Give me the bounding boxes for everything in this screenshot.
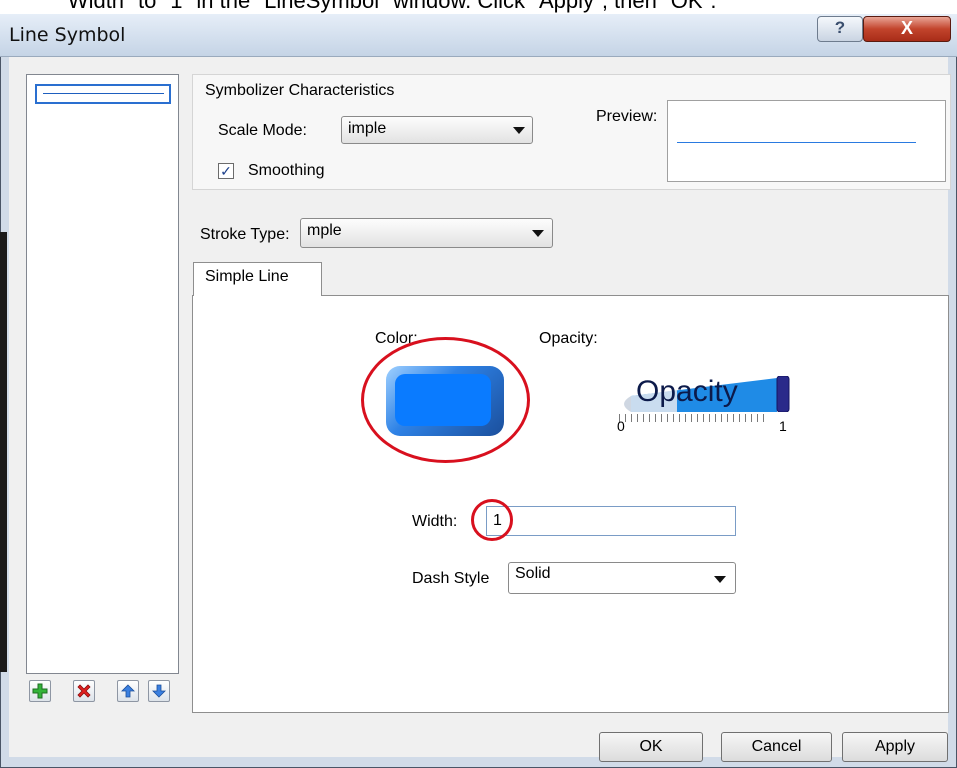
stroke-type-select[interactable]: mple [300,218,553,248]
scale-mode-label: Scale Mode: [218,122,307,139]
smoothing-label: Smoothing [248,162,325,179]
chevron-down-icon [714,576,726,583]
opacity-max-label: 1 [779,418,787,434]
apply-button[interactable]: Apply [842,732,948,762]
arrow-down-icon [152,684,166,698]
move-down-button[interactable] [148,680,170,702]
opacity-ramp-text: Opacity [636,375,738,408]
move-up-button[interactable] [117,680,139,702]
plus-icon [32,683,48,699]
chevron-down-icon [532,230,544,237]
smoothing-checkbox[interactable]: ✓ [218,163,234,179]
list-item-line-layer[interactable] [35,84,171,104]
opacity-min-label: 0 [617,418,625,434]
chevron-down-icon [513,127,525,134]
ok-button[interactable]: OK [599,732,703,762]
preview-label: Preview: [596,108,658,125]
help-button[interactable]: ? [817,16,863,42]
title-bar [0,14,957,57]
opacity-label: Opacity: [539,330,598,347]
width-highlight-circle [471,499,513,541]
stroke-type-value: mple [307,222,342,239]
window-edge [0,232,7,672]
cancel-button[interactable]: Cancel [721,732,832,762]
close-button[interactable]: X [863,16,951,42]
symbol-layer-list[interactable] [26,74,179,674]
line-layer-preview [43,93,164,94]
preview-line [677,142,916,143]
delete-icon [77,684,91,698]
width-label: Width: [412,513,458,530]
remove-layer-button[interactable] [73,680,95,702]
add-layer-button[interactable] [29,680,51,702]
dash-style-select[interactable]: Solid [508,562,736,594]
tab-simple-line-label: Simple Line [205,268,289,285]
scale-mode-select[interactable]: imple [341,116,533,144]
width-input[interactable]: 1 [486,506,736,536]
dash-style-label: Dash Style [412,570,490,587]
dash-style-value: Solid [515,565,551,582]
scale-mode-value: imple [348,120,387,137]
symbolizer-group-label: Symbolizer Characteristics [205,82,395,99]
window-title: Line Symbol [9,24,126,46]
simple-line-panel [192,295,949,713]
stroke-type-label: Stroke Type: [200,226,290,243]
opacity-scale-ticks [619,414,769,422]
preview-box [667,100,946,182]
color-highlight-circle [361,337,530,463]
arrow-up-icon [121,684,135,698]
